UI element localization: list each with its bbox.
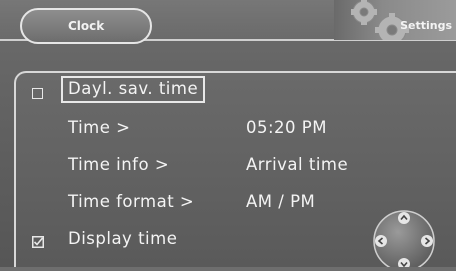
tab-settings[interactable]: Settings [334, 0, 456, 40]
tab-clock-label: Clock [68, 19, 105, 33]
menu-value-time-info: Arrival time [246, 155, 349, 174]
menu-item-daylight-saving[interactable]: Dayl. sav. time [68, 79, 198, 98]
menu-item-display-time[interactable]: Display time [68, 229, 177, 248]
menu-item-time-info[interactable]: Time info > [68, 155, 169, 174]
daylight-saving-checkbox[interactable] [32, 88, 43, 99]
menu-item-time[interactable]: Time > [68, 118, 130, 137]
menu-value-time: 05:20 PM [246, 118, 327, 137]
menu-value-time-format: AM / PM [246, 192, 316, 211]
display-time-checkbox[interactable] [32, 233, 44, 248]
tab-settings-label: Settings [400, 19, 452, 32]
tab-clock[interactable]: Clock [20, 8, 152, 44]
device-screen: Clock Settings Dayl. sav. time Time > 05… [0, 0, 456, 271]
navigation-pad-icon[interactable] [369, 209, 439, 271]
menu-item-time-format[interactable]: Time format > [68, 192, 194, 211]
